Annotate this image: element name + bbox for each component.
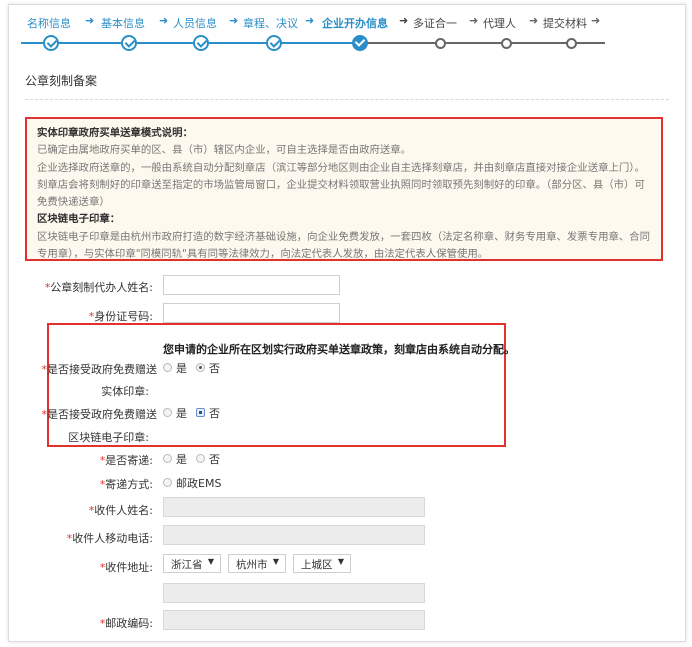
arrow-right-icon: ➜ bbox=[399, 14, 409, 27]
notice-heading: 区块链电子印章： bbox=[37, 213, 121, 226]
mail-method-label: *寄递方式: bbox=[99, 478, 153, 491]
radio-label: 邮政EMS bbox=[176, 477, 222, 490]
step-enterprise-opening[interactable]: 企业开办信息 bbox=[322, 15, 388, 31]
ems-radio[interactable] bbox=[163, 478, 172, 487]
radio-label: 否 bbox=[209, 362, 220, 375]
caret-down-icon: ▼ bbox=[337, 557, 344, 566]
section-title: 公章刻制备案 bbox=[25, 74, 98, 88]
mail-no-radio[interactable] bbox=[196, 454, 205, 463]
free-blockchain-seal-label-2: 区块链电子印章: bbox=[68, 431, 149, 444]
notice-text: 区块链电子印章是由杭州市政府打造的数字经济基础设施，向企业免费发放，一套四枚（法… bbox=[37, 230, 651, 261]
radio-label: 是 bbox=[176, 362, 187, 375]
province-select[interactable]: 浙江省 ▼ bbox=[163, 554, 221, 573]
check-icon bbox=[193, 35, 209, 51]
step-submit-materials: 提交材料 bbox=[543, 17, 587, 30]
arrow-right-icon: ➜ bbox=[305, 14, 315, 27]
step-agent: 代理人 bbox=[483, 17, 516, 30]
blockchain-seal-yes-radio[interactable] bbox=[163, 408, 172, 417]
arrow-right-icon: ➜ bbox=[591, 14, 601, 27]
step-personnel-info[interactable]: 人员信息 bbox=[173, 15, 217, 31]
progress-line-done bbox=[21, 42, 360, 44]
free-physical-seal-label: *是否接受政府免费赠送 bbox=[41, 363, 158, 376]
recipient-phone-label: *收件人移动电话: bbox=[66, 532, 153, 545]
id-number-input[interactable] bbox=[163, 303, 340, 323]
notice-heading: 实体印章政府买单送章模式说明： bbox=[37, 127, 193, 139]
blockchain-seal-no-radio[interactable] bbox=[196, 408, 205, 417]
page-frame: 名称信息 ➜ 基本信息 ➜ 人员信息 ➜ 章程、决议 ➜ 企业开办信息 ➜ 多证… bbox=[8, 4, 686, 642]
address-detail-input[interactable] bbox=[163, 583, 425, 603]
caret-down-icon: ▼ bbox=[272, 557, 279, 566]
recipient-name-input[interactable] bbox=[163, 497, 425, 517]
step-circle-icon bbox=[435, 38, 446, 49]
free-blockchain-seal-label: *是否接受政府免费赠送 bbox=[41, 408, 158, 421]
notice-text: 企业选择政府送章的，一般由系统自动分配刻章店（滨江等部分地区则由企业自主选择刻章… bbox=[37, 161, 645, 174]
check-icon bbox=[43, 35, 59, 51]
agent-name-input[interactable] bbox=[163, 275, 340, 295]
arrow-right-icon: ➜ bbox=[229, 14, 239, 27]
postcode-label: *邮政编码: bbox=[99, 617, 153, 630]
address-label: *收件地址: bbox=[99, 561, 153, 574]
step-basic-info[interactable]: 基本信息 bbox=[101, 15, 145, 31]
id-number-label: *身份证号码: bbox=[88, 310, 153, 323]
city-select[interactable]: 杭州市 ▼ bbox=[228, 554, 286, 573]
check-icon bbox=[121, 35, 137, 51]
radio-label: 否 bbox=[209, 407, 220, 420]
step-multi-cert: 多证合一 bbox=[413, 17, 457, 30]
check-icon bbox=[266, 35, 282, 51]
agent-name-label: *公章刻制代办人姓名: bbox=[44, 281, 153, 294]
free-physical-seal-label-2: 实体印章: bbox=[101, 385, 149, 398]
radio-label: 是 bbox=[176, 453, 187, 466]
notice-text: 已确定由属地政府买单的区、县（市）辖区内企业，可自主选择是否由政府送章。 bbox=[37, 144, 412, 157]
postcode-input[interactable] bbox=[163, 610, 425, 630]
divider bbox=[25, 99, 669, 100]
policy-notice: 您申请的企业所在区划实行政府买单送章政策，刻章店由系统自动分配。 bbox=[163, 343, 515, 356]
arrow-right-icon: ➜ bbox=[159, 14, 169, 27]
physical-seal-no-radio[interactable] bbox=[196, 363, 205, 372]
physical-seal-yes-radio[interactable] bbox=[163, 363, 172, 372]
step-charter[interactable]: 章程、决议 bbox=[243, 15, 298, 31]
step-name-info[interactable]: 名称信息 bbox=[27, 15, 71, 31]
recipient-phone-input[interactable] bbox=[163, 525, 425, 545]
step-circle-icon bbox=[566, 38, 577, 49]
radio-label: 否 bbox=[209, 453, 220, 466]
step-circle-icon bbox=[501, 38, 512, 49]
arrow-right-icon: ➜ bbox=[85, 14, 95, 27]
recipient-name-label: *收件人姓名: bbox=[88, 504, 153, 517]
notice-text: 刻章店会将刻制好的印章送至指定的市场监管局窗口，企业提交材料领取营业执照同时领取… bbox=[37, 178, 645, 209]
mail-label: *是否寄递: bbox=[99, 454, 153, 467]
district-select[interactable]: 上城区 ▼ bbox=[293, 554, 351, 573]
progress-steps: 名称信息 ➜ 基本信息 ➜ 人员信息 ➜ 章程、决议 ➜ 企业开办信息 ➜ 多证… bbox=[21, 11, 621, 51]
mail-yes-radio[interactable] bbox=[163, 454, 172, 463]
arrow-right-icon: ➜ bbox=[529, 14, 539, 27]
caret-down-icon: ▼ bbox=[207, 557, 214, 566]
check-icon bbox=[352, 35, 368, 51]
arrow-right-icon: ➜ bbox=[469, 14, 479, 27]
radio-label: 是 bbox=[176, 407, 187, 420]
notice-box: 实体印章政府买单送章模式说明： 已确定由属地政府买单的区、县（市）辖区内企业，可… bbox=[25, 117, 663, 261]
